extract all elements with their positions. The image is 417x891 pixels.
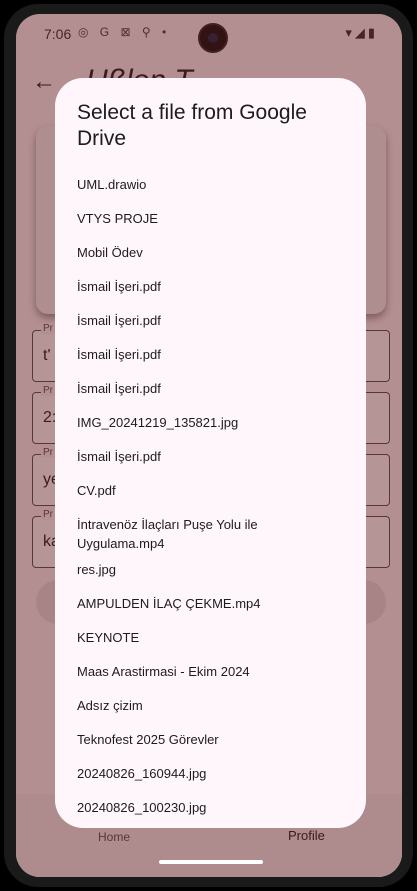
file-item[interactable]: AMPULDEN İLAÇ ÇEKME.mp4 [55,587,366,621]
file-picker-dialog: Select a file from Google Drive UML.draw… [55,78,366,828]
file-item[interactable]: İsmail İşeri.pdf [55,440,366,474]
file-item[interactable]: Adsız çizim [55,689,366,723]
dialog-title: Select a file from Google Drive [77,101,307,150]
file-item[interactable]: VTYS PROJE [55,202,366,236]
file-item[interactable]: İsmail İşeri.pdf [55,372,366,406]
file-item[interactable]: İsmail İşeri.pdf [55,304,366,338]
file-item[interactable]: UML.drawio [55,168,366,202]
file-item[interactable]: KEYNOTE [55,621,366,655]
file-item[interactable]: Teknofest 2025 Görevler [55,723,366,757]
file-item[interactable]: IMG_20241219_135821.jpg [55,406,366,440]
file-list: UML.drawio VTYS PROJE Mobil Ödev İsmail … [55,168,366,825]
file-item[interactable]: 20240826_160944.jpg [55,757,366,791]
file-item[interactable]: 20240826_100230.jpg [55,791,366,825]
file-item[interactable]: Mobil Ödev [55,236,366,270]
file-item[interactable]: CV.pdf [55,474,366,508]
file-item[interactable]: İsmail İşeri.pdf [55,338,366,372]
file-item[interactable]: res.jpg [55,553,366,587]
file-item[interactable]: İsmail İşeri.pdf [55,270,366,304]
home-indicator[interactable] [159,860,263,864]
file-item[interactable]: Maas Arastirmasi - Ekim 2024 [55,655,366,689]
phone-screen: 7:06 ◎ G ⊠ ⚲ • ▾◢▮ ← Ußlen T Pr t' Pr 2:… [16,14,402,877]
file-item[interactable]: İntravenöz İlaçları Puşe Yolu ile Uygula… [55,508,366,553]
